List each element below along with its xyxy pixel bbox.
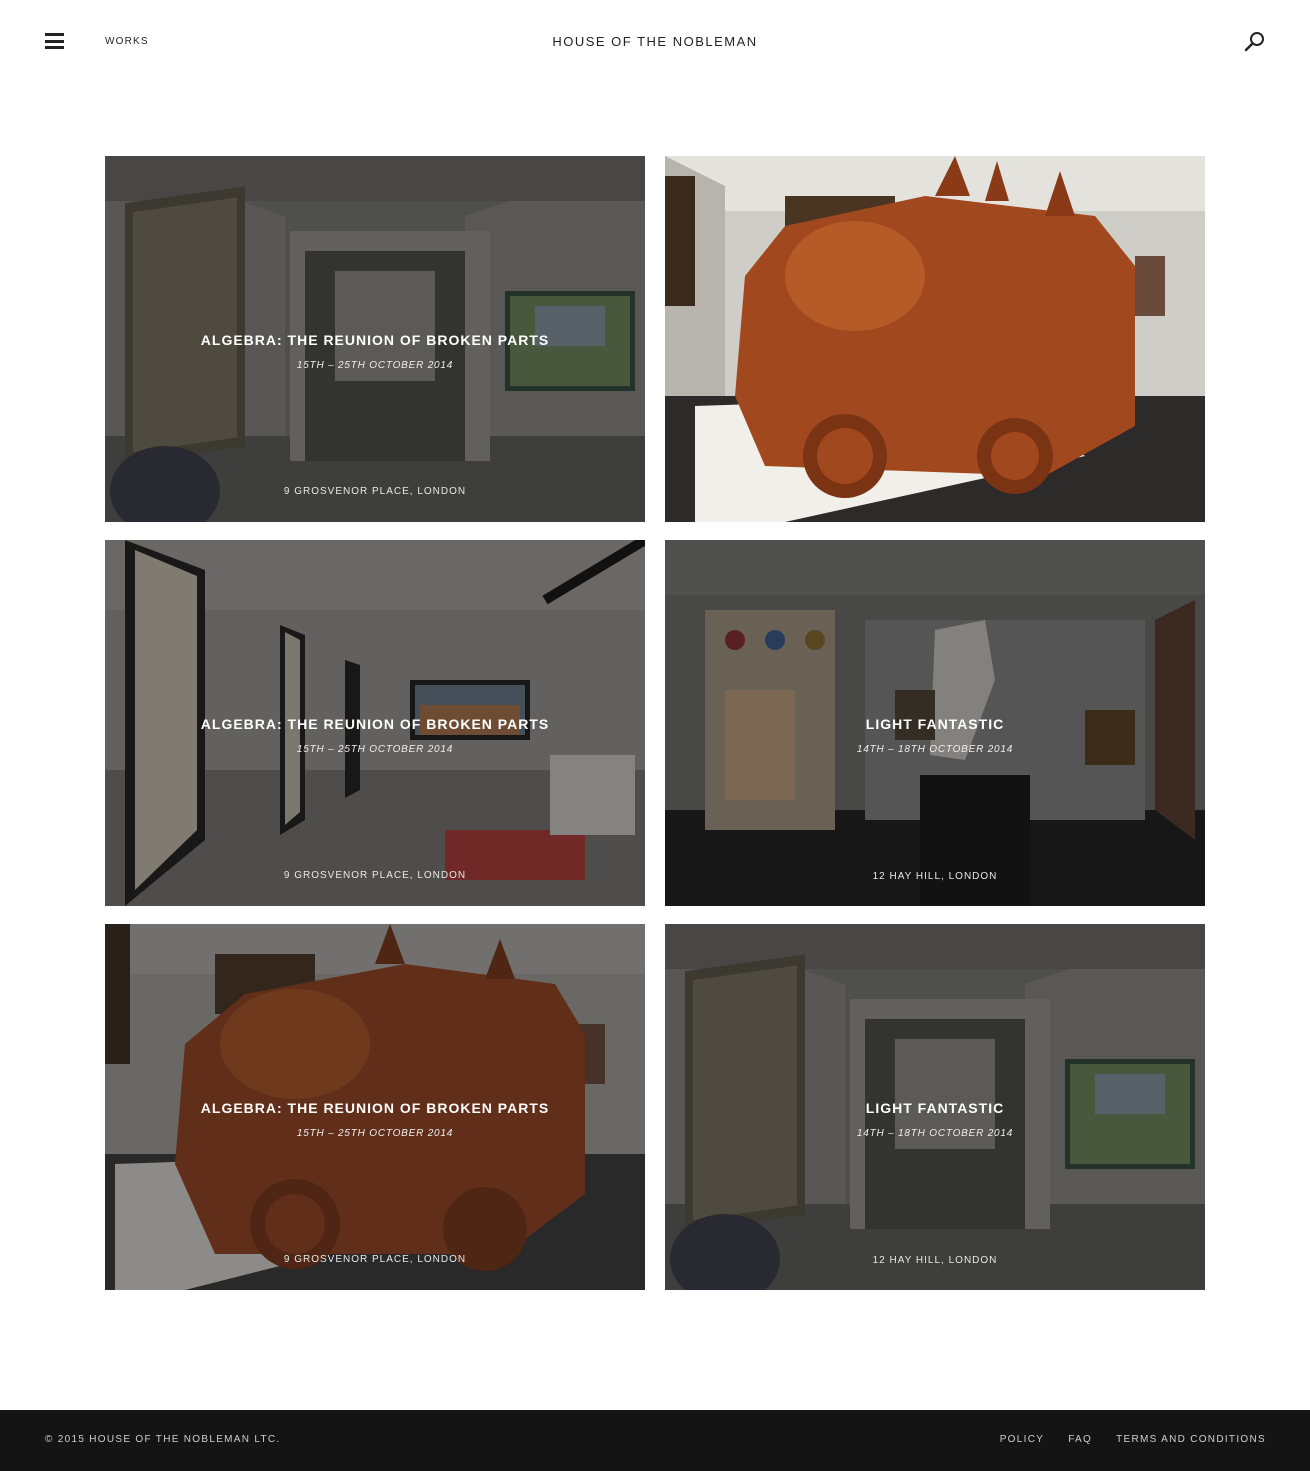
exhibition-card[interactable]: LIGHT FANTASTIC 14TH – 18TH OCTOBER 2014… <box>665 540 1205 906</box>
footer-links: POLICY FAQ TERMS AND CONDITIONS <box>1000 1434 1266 1445</box>
site-header: WORKS HOUSE OF THE NOBLEMAN <box>0 0 1310 84</box>
exhibition-card[interactable]: ALGEBRA: THE REUNION OF BROKEN PARTS 15T… <box>105 540 645 906</box>
exhibition-location: 9 GROSVENOR PLACE, LONDON <box>283 486 467 497</box>
exhibition-location: 9 GROSVENOR PLACE, LONDON <box>283 870 467 881</box>
footer-link-faq[interactable]: FAQ <box>1068 1434 1092 1445</box>
exhibition-dates: 14TH – 18TH OCTOBER 2014 <box>856 744 1014 755</box>
exhibition-dates: 15TH – 25TH OCTOBER 2014 <box>296 744 454 755</box>
brand-title[interactable]: HOUSE OF THE NOBLEMAN <box>552 34 757 49</box>
exhibition-location: 12 HAY HILL, LONDON <box>872 1255 998 1266</box>
exhibition-location: 12 HAY HILL, LONDON <box>872 871 998 882</box>
exhibition-location: 9 GROSVENOR PLACE, LONDON <box>283 1254 467 1265</box>
site-brand: HOUSE OF THE NOBLEMAN <box>0 34 1310 49</box>
exhibition-card[interactable]: ALGEBRA: THE REUNION OF BROKEN PARTS 15T… <box>105 156 645 522</box>
footer-link-policy[interactable]: POLICY <box>1000 1434 1044 1445</box>
exhibition-title[interactable]: LIGHT FANTASTIC <box>665 716 1205 732</box>
exhibition-dates: 15TH – 25TH OCTOBER 2014 <box>296 360 454 371</box>
exhibition-dates: 15TH – 25TH OCTOBER 2014 <box>296 1128 454 1139</box>
gothic-truck-sculpture-photo <box>665 156 1205 522</box>
exhibition-card[interactable]: ALGEBRA: THE REUNION OF BROKEN PARTS 15T… <box>105 924 645 1290</box>
exhibition-title[interactable]: ALGEBRA: THE REUNION OF BROKEN PARTS <box>105 1100 645 1116</box>
exhibition-title[interactable]: LIGHT FANTASTIC <box>665 1100 1205 1116</box>
site-footer: © 2015 HOUSE OF THE NOBLEMAN LTC. POLICY… <box>0 1410 1310 1471</box>
exhibition-dates: 14TH – 18TH OCTOBER 2014 <box>856 1128 1014 1139</box>
search-icon[interactable] <box>1243 30 1267 54</box>
exhibition-card[interactable] <box>665 156 1205 522</box>
exhibition-title[interactable]: ALGEBRA: THE REUNION OF BROKEN PARTS <box>105 716 645 732</box>
exhibition-card[interactable]: LIGHT FANTASTIC 14TH – 18TH OCTOBER 2014… <box>665 924 1205 1290</box>
exhibition-title[interactable]: ALGEBRA: THE REUNION OF BROKEN PARTS <box>105 332 645 348</box>
copyright-text: © 2015 HOUSE OF THE NOBLEMAN LTC. <box>45 1434 281 1445</box>
footer-link-terms[interactable]: TERMS AND CONDITIONS <box>1116 1434 1266 1445</box>
